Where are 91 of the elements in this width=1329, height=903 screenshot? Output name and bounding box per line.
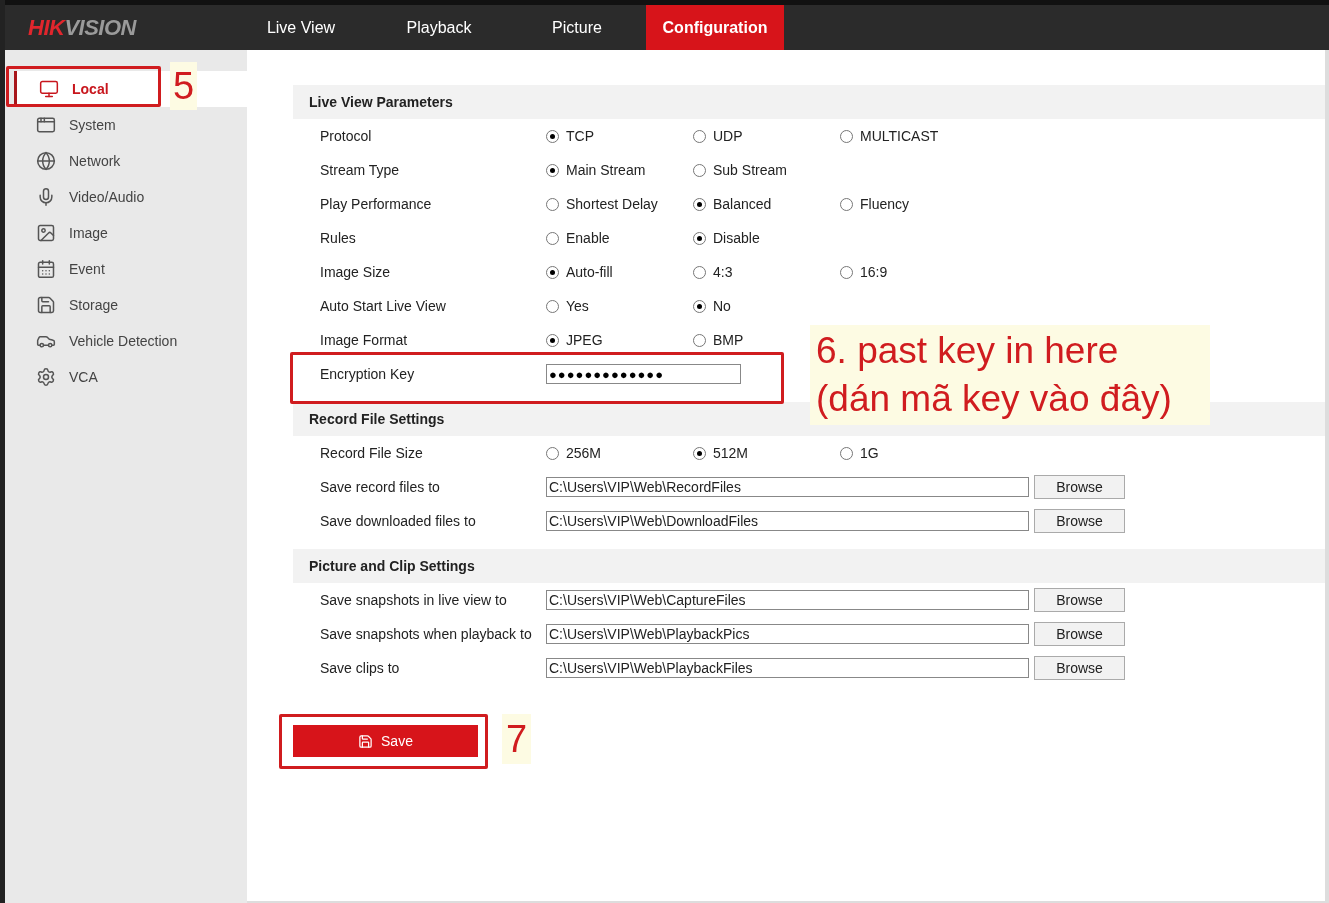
radio-button[interactable] (546, 197, 559, 211)
radio-button[interactable] (840, 265, 853, 279)
path-field[interactable]: C:\Users\VIP\Web\CaptureFiles (546, 590, 1029, 610)
setting-label: Rules (320, 228, 357, 248)
setting-label: Save record files to (320, 477, 441, 497)
setting-label: Record File Size (320, 443, 424, 463)
browse-button[interactable]: Browse (1034, 475, 1125, 499)
radio-button[interactable] (693, 446, 706, 460)
browse-button[interactable]: Browse (1034, 509, 1125, 533)
radio-button[interactable] (546, 265, 559, 279)
radio-label: 1G (860, 443, 879, 463)
nav-tab[interactable]: Playback (370, 5, 508, 50)
radio-label: Main Stream (566, 160, 646, 180)
radio-label: 512M (713, 443, 749, 463)
path-field[interactable]: C:\Users\VIP\Web\PlaybackPics (546, 624, 1029, 644)
radio-label: Fluency (860, 194, 910, 214)
radio-label: Disable (713, 228, 760, 248)
browse-button[interactable]: Browse (1034, 588, 1125, 612)
radio-button[interactable] (693, 129, 706, 143)
radio-label: Sub Stream (713, 160, 787, 180)
browse-button[interactable]: Browse (1034, 656, 1125, 680)
radio-label: Auto-fill (566, 262, 613, 282)
radio-button[interactable] (840, 129, 853, 143)
browse-button[interactable]: Browse (1034, 622, 1125, 646)
window-icon (36, 115, 56, 135)
nav-tab[interactable]: Picture (508, 5, 646, 50)
radio-button[interactable] (546, 163, 559, 177)
sidebar-item[interactable]: Storage (14, 287, 247, 323)
save-button[interactable]: Save (293, 725, 478, 757)
setting-label: Save snapshots when playback to (320, 624, 533, 644)
radio-label: 16:9 (860, 262, 888, 282)
setting-label: Auto Start Live View (320, 296, 447, 316)
setting-label: Stream Type (320, 160, 401, 180)
setting-label: Save snapshots in live view to (320, 590, 508, 610)
radio-button[interactable] (693, 197, 706, 211)
radio-button[interactable] (546, 333, 559, 347)
nav-tab[interactable]: Configuration (646, 5, 784, 50)
step-number: 7 (502, 714, 532, 764)
setting-label: Save downloaded files to (320, 511, 477, 531)
radio-label: BMP (713, 330, 744, 350)
radio-label: TCP (566, 126, 594, 146)
section-header: Picture and Clip Settings (293, 549, 1325, 583)
logo: HIKVISION (27, 14, 138, 42)
radio-button[interactable] (693, 333, 706, 347)
radio-button[interactable] (546, 299, 559, 313)
radio-button[interactable] (693, 231, 706, 245)
annotation-callout: 6. past key in here (dán mã key vào đây) (810, 325, 1210, 425)
radio-label: Yes (566, 296, 589, 316)
nav-tab[interactable]: Live View (232, 5, 370, 50)
radio-label: MULTICAST (860, 126, 939, 146)
step-number: 5 (170, 62, 198, 110)
setting-label: Save clips to (320, 658, 401, 678)
radio-button[interactable] (693, 265, 706, 279)
radio-label: UDP (713, 126, 743, 146)
setting-label: Play Performance (320, 194, 433, 214)
setting-label: Protocol (320, 126, 373, 146)
globe-icon (36, 151, 56, 171)
radio-label: 256M (566, 443, 602, 463)
calendar-icon (36, 259, 56, 279)
radio-label: JPEG (566, 330, 603, 350)
path-field[interactable]: C:\Users\VIP\Web\PlaybackFiles (546, 658, 1029, 678)
radio-label: Shortest Delay (566, 194, 658, 214)
radio-label: Balanced (713, 194, 772, 214)
setting-label: Image Size (320, 262, 392, 282)
radio-button[interactable] (693, 299, 706, 313)
radio-button[interactable] (840, 197, 853, 211)
sidebar-item[interactable]: Event (14, 251, 247, 287)
radio-button[interactable] (546, 231, 559, 245)
sidebar-item[interactable]: Image (14, 215, 247, 251)
radio-label: Enable (566, 228, 610, 248)
sidebar-item[interactable]: Video/Audio (14, 179, 247, 215)
sidebar-item[interactable]: System (14, 107, 247, 143)
monitor-icon (39, 79, 59, 99)
radio-button[interactable] (840, 446, 853, 460)
microphone-icon (36, 187, 56, 207)
path-field[interactable]: C:\Users\VIP\Web\RecordFiles (546, 477, 1029, 497)
setting-label: Image Format (320, 330, 409, 350)
radio-label: 4:3 (713, 262, 733, 282)
image-icon (36, 223, 56, 243)
sidebar-item[interactable]: VCA (14, 359, 247, 395)
sidebar-item[interactable]: Vehicle Detection (14, 323, 247, 359)
encryption-key-field[interactable]: ●●●●●●●●●●●●● (546, 364, 741, 384)
section-header: Live View Parameters (293, 85, 1325, 119)
setting-label: Encryption Key (320, 364, 416, 384)
sidebar-item[interactable]: Network (14, 143, 247, 179)
radio-label: No (713, 296, 731, 316)
gear-icon (36, 367, 56, 387)
path-field[interactable]: C:\Users\VIP\Web\DownloadFiles (546, 511, 1029, 531)
radio-button[interactable] (546, 129, 559, 143)
radio-button[interactable] (693, 163, 706, 177)
radio-button[interactable] (546, 446, 559, 460)
